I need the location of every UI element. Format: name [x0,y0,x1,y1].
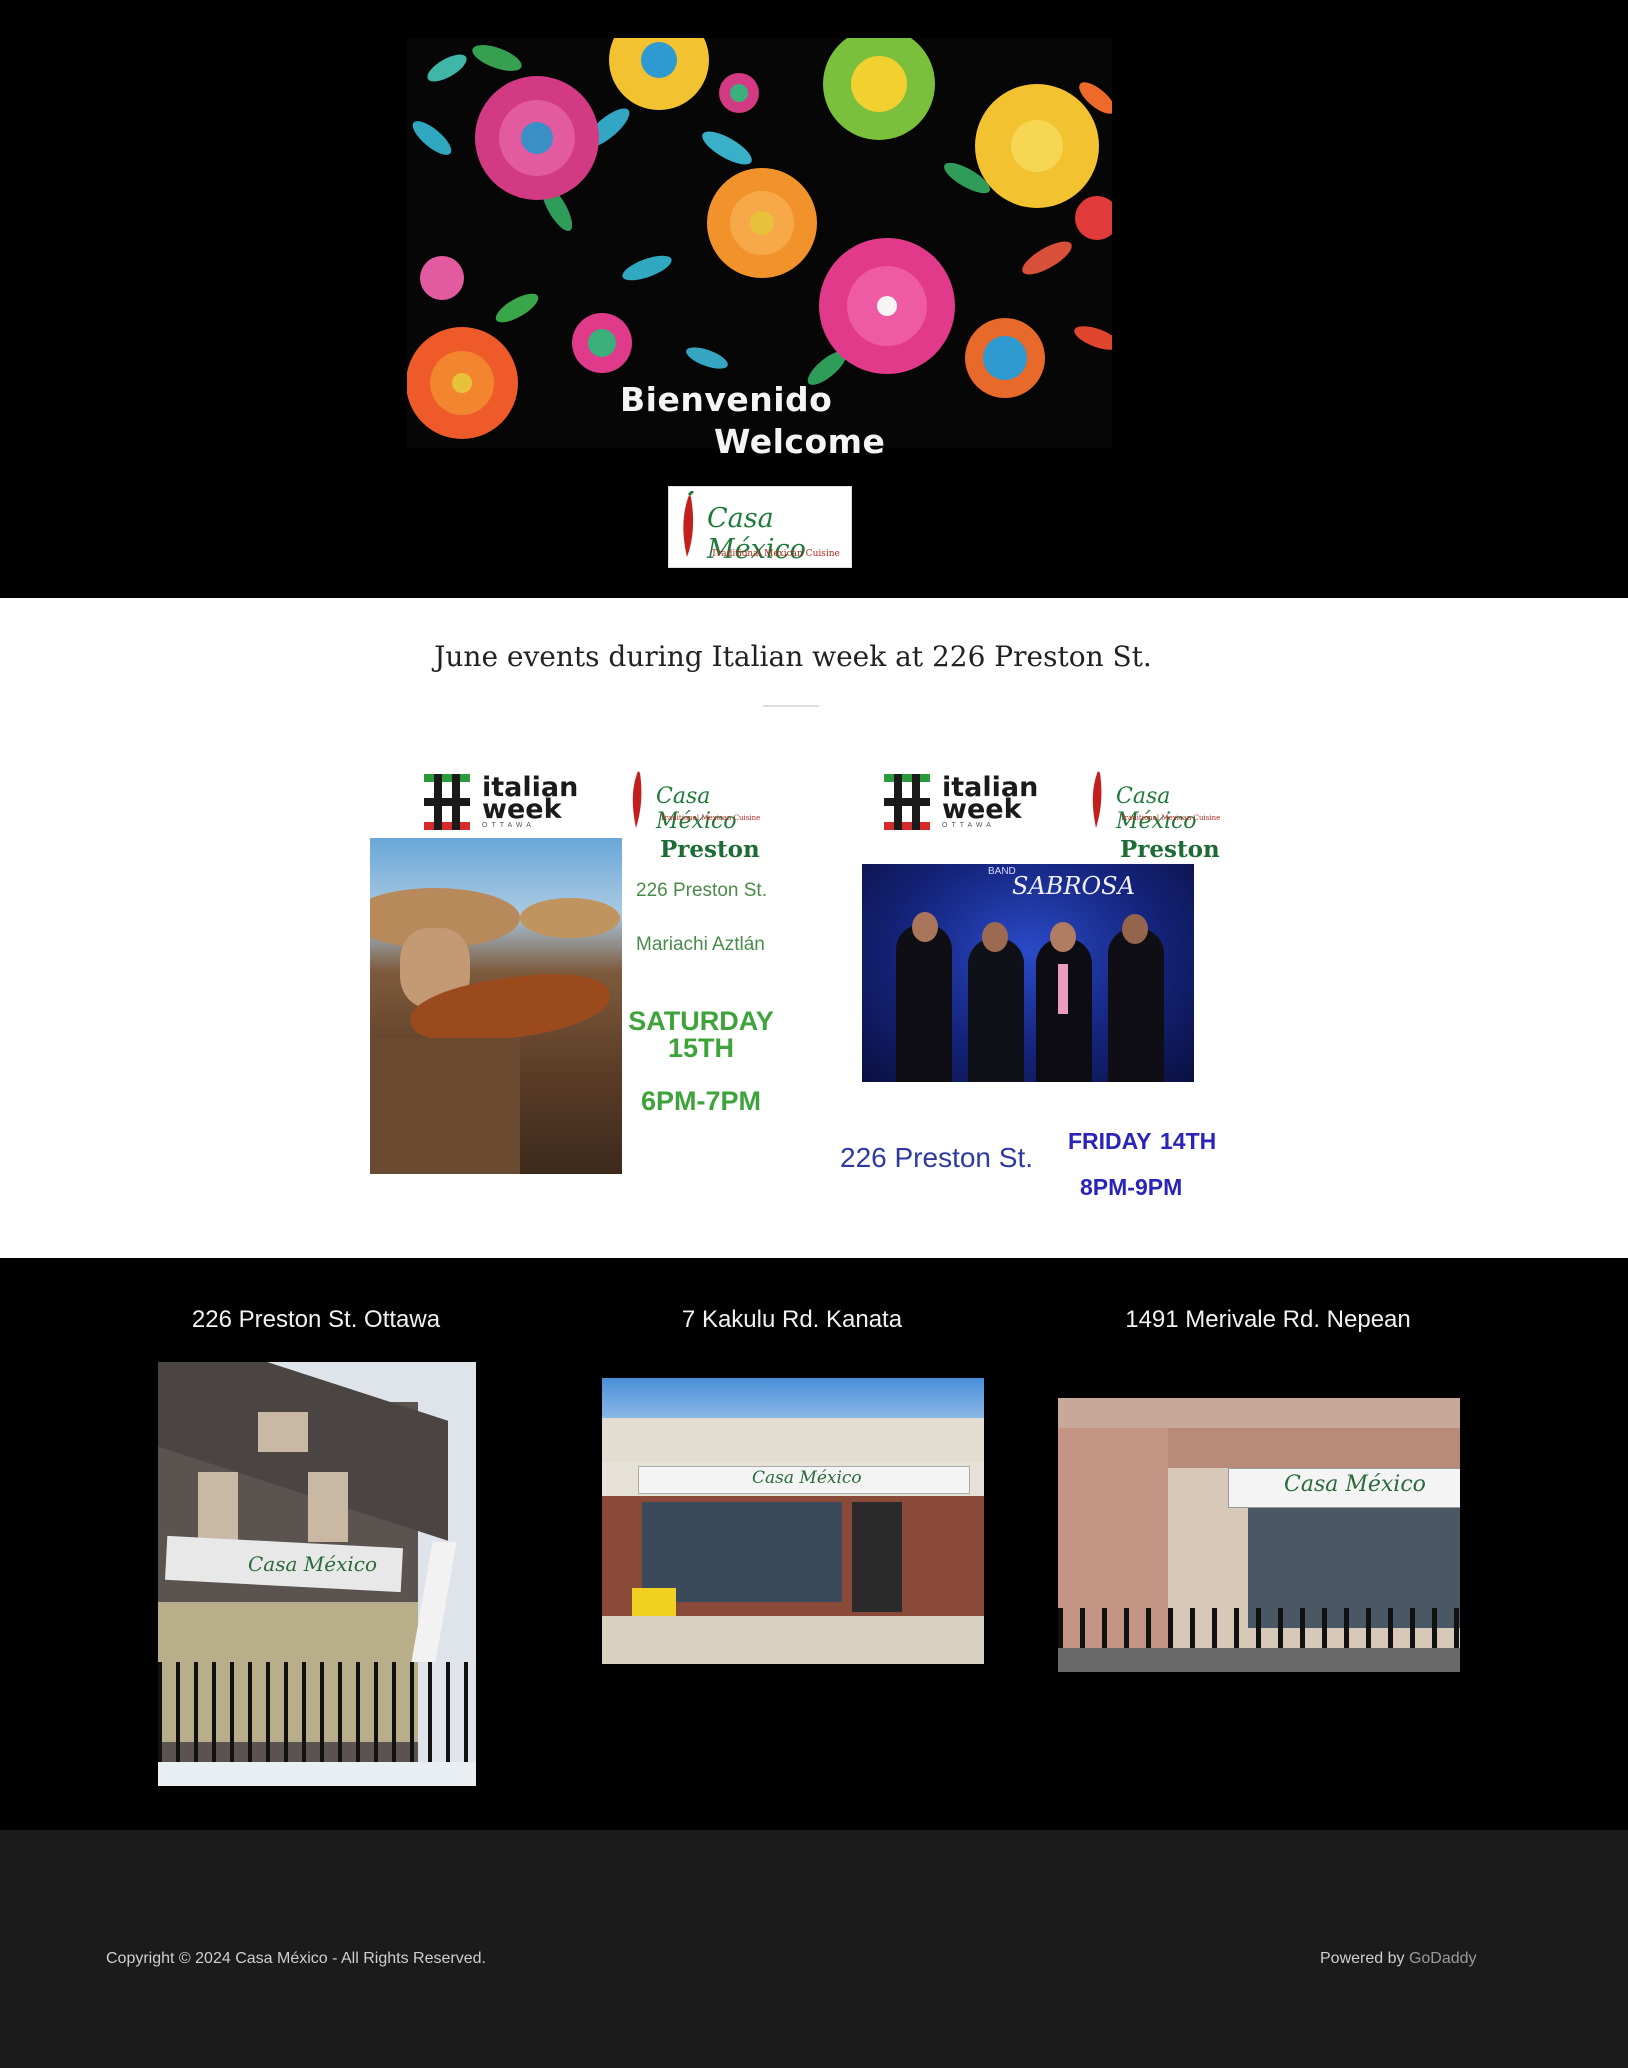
greeting-english: Welcome [714,422,886,461]
chili-pepper-icon [632,771,642,828]
godaddy-link[interactable]: GoDaddy [1409,1950,1477,1967]
section-divider [763,705,819,707]
location-title-preston: 226 Preston St. Ottawa [191,1306,441,1333]
italian-week-line2: week [482,794,562,825]
band-name: SABROSA [1012,872,1135,900]
chili-pepper-icon [1092,771,1102,828]
band-photo: BAND SABROSA [862,864,1194,1082]
flyer-date: 15TH [667,1033,735,1063]
flyer-logo-name: Casa México [656,784,737,834]
flyer-location: Preston [1120,836,1220,863]
italian-week-logo-icon [424,774,470,830]
flyer-day: SATURDAY [628,1006,774,1036]
site-footer [0,1830,1628,2068]
logo-tagline: Traditional Mexican Cuisine [711,549,840,559]
greeting-spanish: Bienvenido [620,380,833,419]
location-title-nepean: 1491 Merivale Rd. Nepean [1125,1306,1411,1333]
building-sign: Casa México [752,1468,862,1488]
flyer-logo-tagline: Traditional Mexican Cuisine [1120,814,1221,822]
hero-logo: Casa México Traditional Mexican Cuisine [668,486,852,568]
mariachi-photo [370,838,622,1174]
flyer-performer: Mariachi Aztlán [636,934,765,955]
building-sign: Casa México [248,1552,378,1576]
flyer-day: FRIDAY [1068,1128,1152,1154]
location-photo-nepean: Casa México [1058,1398,1460,1672]
flyer-address: 226 Preston St. [636,880,767,901]
flyer-time: 8PM-9PM [1080,1174,1183,1200]
event-flyer-mariachi: italian week OTTAWA Casa México Traditio… [370,758,790,1178]
italian-week-line2: week [942,794,1022,825]
flyer-address: 226 Preston St. [840,1142,1034,1173]
events-title: June events during Italian week at 226 P… [434,640,1152,673]
flyer-logo-name: Casa México [1116,784,1197,834]
flyer-date: 14TH [1160,1128,1217,1154]
events-section [0,598,1628,1258]
location-title-kanata: 7 Kakulu Rd. Kanata [681,1306,903,1333]
italian-week-sub: OTTAWA [942,822,995,829]
flyer-logo-tagline: Traditional Mexican Cuisine [660,814,761,822]
powered-by-prefix: Powered by [1320,1950,1405,1967]
event-flyer-band: italian week OTTAWA Casa México Traditio… [830,758,1250,1200]
italian-week-sub: OTTAWA [482,822,535,829]
copyright-text: Copyright © 2024 Casa México - All Right… [106,1950,486,1967]
italian-week-logo-icon [884,774,930,830]
flyer-location: Preston [660,836,760,863]
chili-pepper-icon [683,491,695,557]
flowers [407,38,1112,439]
flyer-time: 6PM-7PM [640,1086,762,1116]
location-photo-preston: Casa México [158,1362,476,1786]
location-photo-kanata: Casa México [602,1378,984,1664]
building-sign: Casa México [1284,1472,1426,1497]
powered-by: Powered by GoDaddy [1320,1950,1477,1968]
